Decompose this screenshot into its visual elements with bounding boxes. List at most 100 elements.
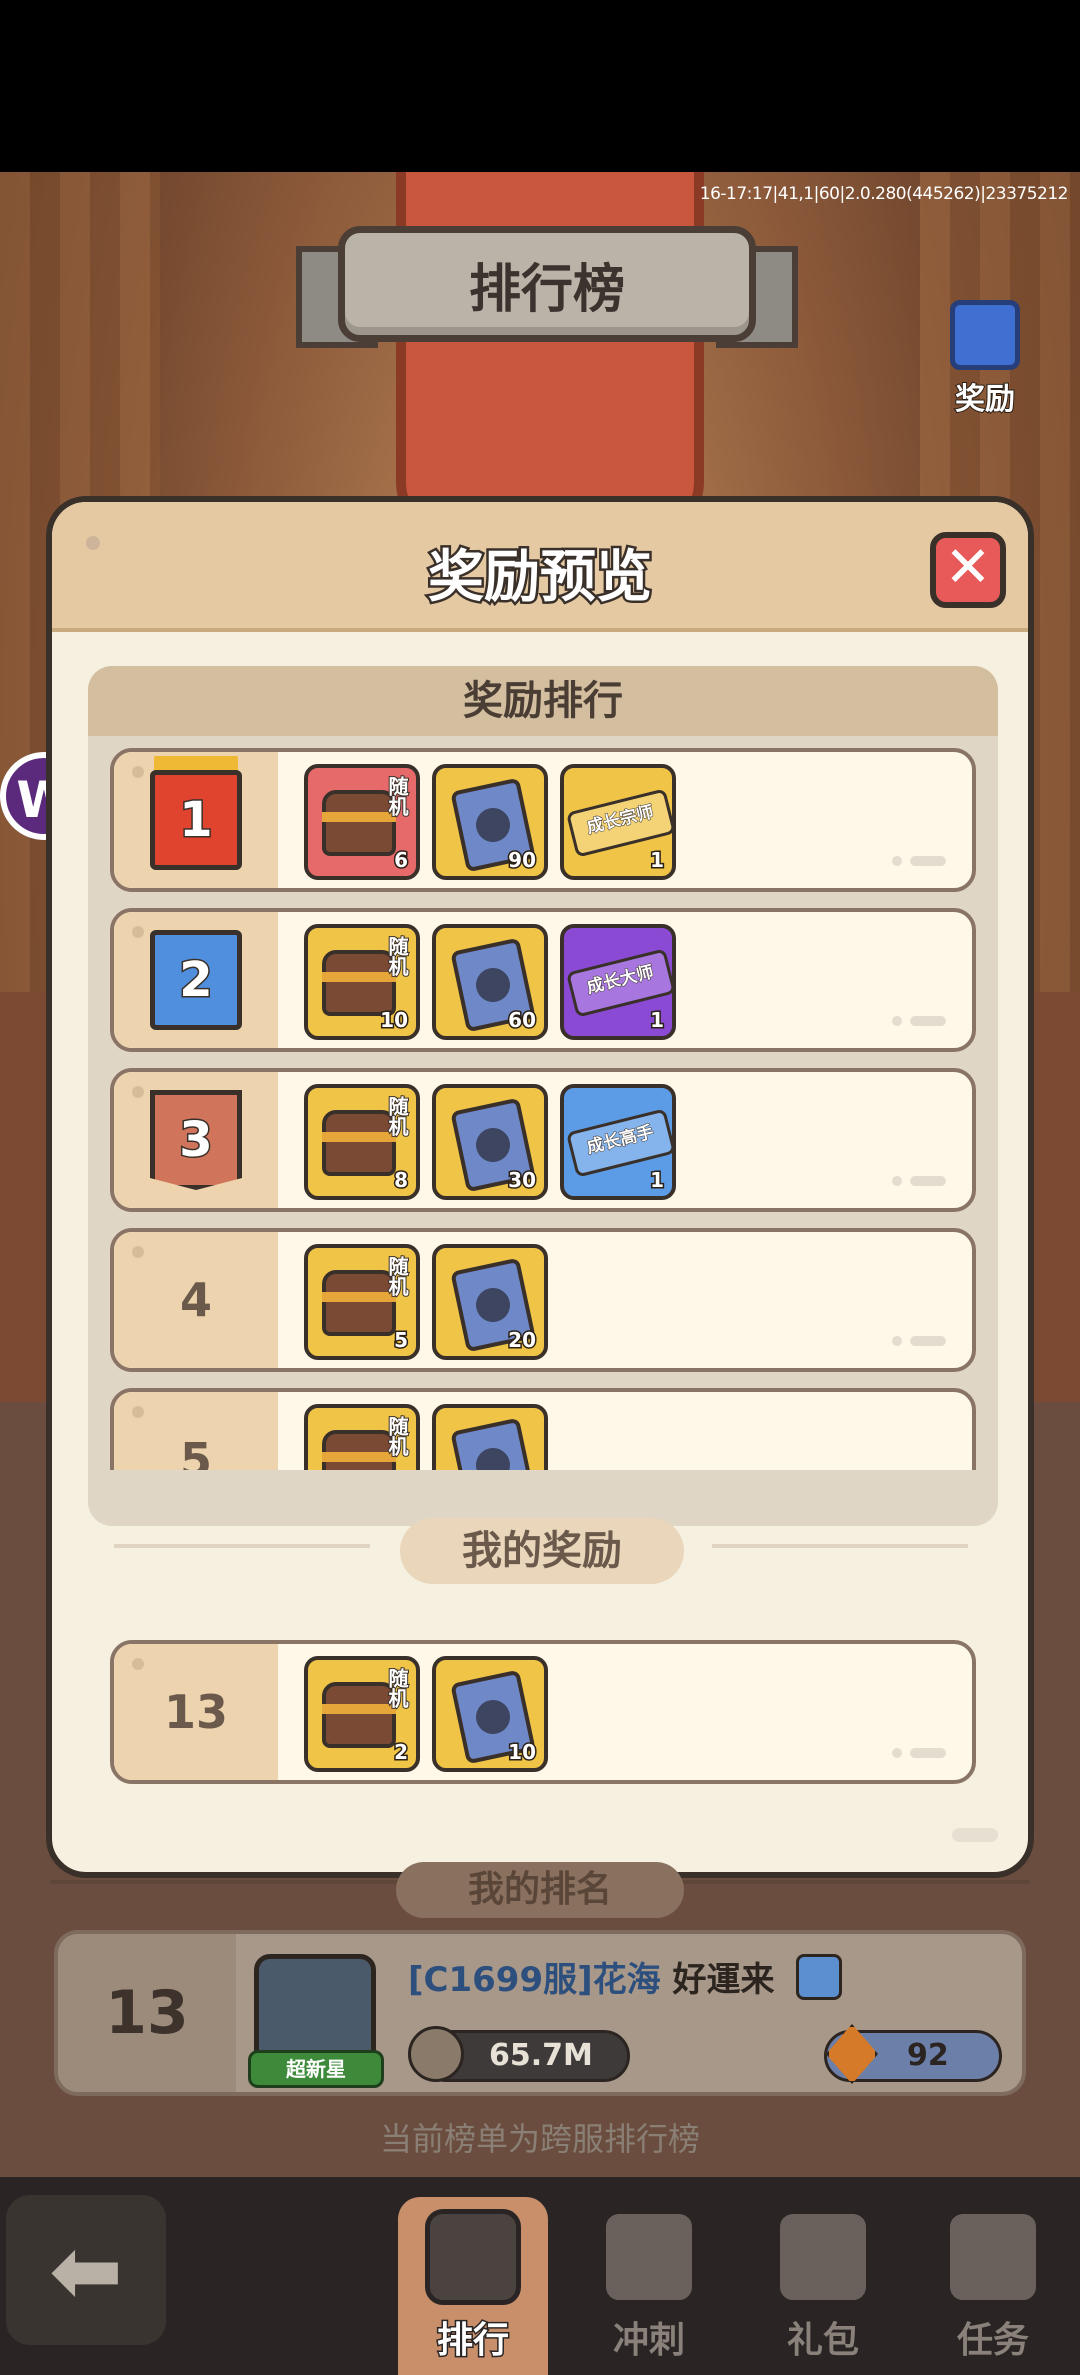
reward-items: 随机 8 30 成长高手 1 <box>304 1084 676 1200</box>
debug-info: 16-17:17|41,1|60|2.0.280(445262)|2337521… <box>699 184 1069 204</box>
random-tag: 随机 <box>384 1095 410 1137</box>
item-count: 90 <box>507 847 538 874</box>
item-count: 10 <box>379 1007 410 1034</box>
reward-items: 随机 <box>304 1404 548 1470</box>
reward-button[interactable]: 奖励 <box>950 300 1020 418</box>
my-rank-number: 13 <box>58 1934 236 2092</box>
nav-tab-label: 排行 <box>435 2319 510 2363</box>
item-count: 60 <box>507 1007 538 1034</box>
reward-items: 随机 2 10 <box>304 1656 548 1772</box>
item-count: 10 <box>507 1739 538 1766</box>
nav-tab-label: 礼包 <box>786 2320 859 2361</box>
item-count: 1 <box>649 1007 666 1034</box>
title-badge-item[interactable]: 成长宗师 1 <box>560 764 676 880</box>
nav-tab-gift-pack[interactable]: 礼包 <box>748 2197 898 2375</box>
item-count: 6 <box>393 847 410 874</box>
card-item[interactable]: 20 <box>432 1244 548 1360</box>
nav-tab-tasks[interactable]: 任务 <box>918 2197 1068 2375</box>
title-badge-item[interactable]: 成长高手 1 <box>560 1084 676 1200</box>
item-count: 20 <box>507 1327 538 1354</box>
nav-tab-label: 冲刺 <box>612 2320 685 2361</box>
server-tag: [C1699服]花海 <box>408 1960 661 2000</box>
player-name: [C1699服]花海 好運来 <box>408 1952 775 2001</box>
reward-ranking-panel: 奖励排行 1 随机 6 90 成长宗师 1 2 随机 10 60 成长大师 1 3 随机 8 30 成长高手 1 4… <box>88 666 998 1526</box>
decor-dot <box>132 766 144 778</box>
random-chest-item[interactable]: 随机 10 <box>304 924 420 1040</box>
decor-pill <box>910 856 946 866</box>
decor-pill <box>952 1828 998 1842</box>
reward-row: 5 随机 <box>110 1388 976 1470</box>
decor-dot <box>132 1658 144 1670</box>
rank-cell: 5 <box>114 1392 278 1470</box>
sprint-icon <box>601 2209 697 2305</box>
back-button[interactable]: ⬅ <box>6 2195 166 2345</box>
item-count: 8 <box>393 1167 410 1194</box>
cross-server-note: 当前榜单为跨服排行榜 <box>379 2120 700 2158</box>
bomb-card-icon <box>450 1417 536 1470</box>
card-item[interactable]: 30 <box>432 1084 548 1200</box>
reward-button-label: 奖励 <box>954 381 1016 418</box>
nav-tab-sprint[interactable]: 冲刺 <box>574 2197 724 2375</box>
leaderboard-title: 排行榜 <box>338 226 756 342</box>
rank-medal-icon: 1 <box>150 770 242 870</box>
random-tag: 随机 <box>384 935 410 977</box>
decor-pill <box>910 1336 946 1346</box>
item-count: 2 <box>393 1739 410 1766</box>
decor-dot <box>132 1246 144 1258</box>
gift-pack-icon <box>775 2209 871 2305</box>
modal-title: 奖励预览 <box>426 543 655 613</box>
random-tag: 随机 <box>384 1667 410 1709</box>
card-item[interactable]: 60 <box>432 924 548 1040</box>
random-chest-item[interactable]: 随机 5 <box>304 1244 420 1360</box>
my-rank-header: 我的排名 <box>396 1862 684 1918</box>
reward-row: 1 随机 6 90 成长宗师 1 <box>110 748 976 892</box>
divider-left <box>114 1544 370 1548</box>
rank-number: 4 <box>179 1273 212 1327</box>
item-count: 1 <box>649 847 666 874</box>
reward-items: 随机 6 90 成长宗师 1 <box>304 764 676 880</box>
title-badge-item[interactable]: 成长大师 1 <box>560 924 676 1040</box>
decor-dot <box>892 856 902 866</box>
decor-pill <box>910 1748 946 1758</box>
ranking-icon <box>425 2209 521 2305</box>
nav-tab-label: 任务 <box>956 2320 1029 2361</box>
random-tag: 随机 <box>384 1415 410 1457</box>
random-tag: 随机 <box>384 1255 410 1297</box>
reward-ranking-list[interactable]: 1 随机 6 90 成长宗师 1 2 随机 10 60 成长大师 1 3 随机 8 30 成长高手 1 4 随机 5 20… <box>88 748 998 1470</box>
nav-tab-ranking[interactable]: 排行 <box>398 2197 548 2375</box>
tasks-icon <box>945 2209 1041 2305</box>
item-count: 30 <box>507 1167 538 1194</box>
reward-row: 4 随机 5 20 <box>110 1228 976 1372</box>
power-icon <box>408 2026 464 2082</box>
close-button[interactable]: ✕ <box>930 532 1006 608</box>
rank-number: 13 <box>163 1685 228 1739</box>
rank-number: 5 <box>179 1433 212 1470</box>
decor-dot <box>892 1748 902 1758</box>
card-item[interactable] <box>432 1404 548 1470</box>
decor-dot <box>132 926 144 938</box>
random-tag: 随机 <box>384 775 410 817</box>
player-nickname: 好運来 <box>672 1960 775 2000</box>
decor-dot <box>892 1336 902 1346</box>
decor-dot <box>132 1406 144 1418</box>
reward-items: 随机 5 20 <box>304 1244 548 1360</box>
rank-medal-icon: 2 <box>150 930 242 1030</box>
my-rank-card[interactable]: 13 超新星 [C1699服]花海 好運来 65.7M 92 <box>54 1930 1026 2096</box>
random-chest-item[interactable]: 随机 6 <box>304 764 420 880</box>
reward-preview-modal: 奖励预览 ✕ 奖励排行 1 随机 6 90 成长宗师 1 2 随机 10 60 成长大师 1 3 随机 8 3… <box>46 496 1034 1878</box>
reward-ranking-header: 奖励排行 <box>88 666 998 736</box>
card-item[interactable]: 90 <box>432 764 548 880</box>
card-item[interactable]: 10 <box>432 1656 548 1772</box>
avatar-title-badge: 超新星 <box>248 2050 384 2088</box>
my-reward-header: 我的奖励 <box>400 1518 684 1584</box>
item-count: 5 <box>393 1327 410 1354</box>
gift-icon <box>950 300 1020 370</box>
decor-dot <box>892 1176 902 1186</box>
random-chest-item[interactable]: 随机 8 <box>304 1084 420 1200</box>
rank-medal-icon: 3 <box>150 1090 242 1190</box>
reward-row: 2 随机 10 60 成长大师 1 <box>110 908 976 1052</box>
item-count: 1 <box>649 1167 666 1194</box>
guild-icon <box>796 1954 842 2000</box>
random-chest-item[interactable]: 随机 <box>304 1404 420 1470</box>
random-chest-item[interactable]: 随机 2 <box>304 1656 420 1772</box>
